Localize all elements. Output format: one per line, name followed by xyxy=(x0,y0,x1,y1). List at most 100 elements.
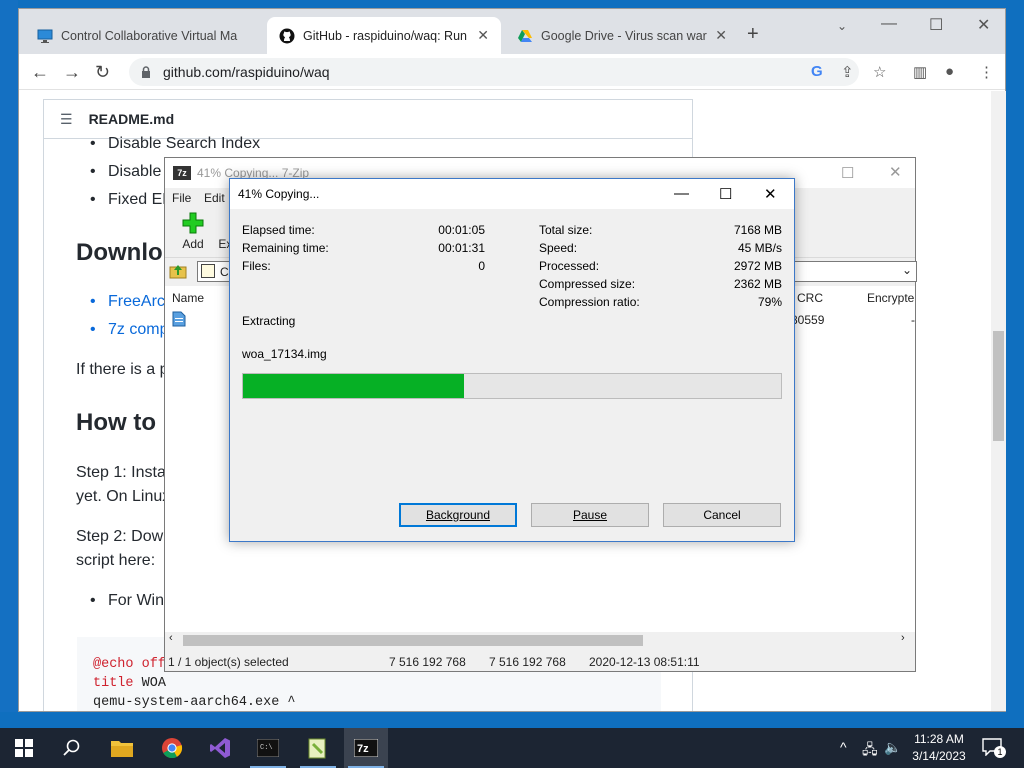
minimize-icon[interactable]: — xyxy=(674,185,689,202)
close-icon[interactable]: ✕ xyxy=(889,163,902,181)
processed-label: Processed: xyxy=(539,259,600,273)
search-icon xyxy=(63,739,80,756)
compression-ratio-value: 79% xyxy=(757,295,782,309)
7zip-logo: 7z xyxy=(173,166,191,180)
visual-studio-icon[interactable] xyxy=(198,728,242,768)
chrome-icon[interactable] xyxy=(150,728,194,768)
taskbar: C:\ 7z ^ 🖧 🔈 11:28 AM 3/14/2023 1 xyxy=(0,728,1024,768)
menu-edit[interactable]: Edit xyxy=(204,191,225,205)
terminal-icon[interactable]: C:\ xyxy=(246,728,290,768)
chevron-down-icon[interactable]: ⌄ xyxy=(902,263,912,277)
google-translate-icon[interactable]: G xyxy=(811,63,823,80)
more-menu-icon[interactable]: ⋮ xyxy=(979,63,994,81)
column-name[interactable]: Name xyxy=(172,291,204,305)
maximize-icon[interactable]: ☐ xyxy=(929,15,943,35)
remaining-label: Remaining time: xyxy=(242,241,329,255)
elapsed-label: Elapsed time: xyxy=(242,223,315,237)
search-button[interactable] xyxy=(50,728,94,768)
notification-center-icon[interactable]: 1 xyxy=(982,738,1006,758)
horizontal-scrollbar-thumb[interactable] xyxy=(183,635,643,646)
current-file-name: woa_17134.img xyxy=(242,347,327,361)
background-button[interactable]: Background xyxy=(399,503,517,527)
pause-button[interactable]: Pause xyxy=(531,503,649,527)
share-icon[interactable]: ⇪ xyxy=(841,63,854,81)
code-text: qemu-system-aarch64.exe ^ xyxy=(93,695,296,710)
tab-control-collaborative[interactable]: Control Collaborative Virtual Ma xyxy=(25,17,261,54)
forward-icon[interactable]: → xyxy=(63,62,81,83)
profile-avatar-icon[interactable]: ● xyxy=(945,63,954,80)
notepad-plus-icon[interactable] xyxy=(296,728,340,768)
menu-file[interactable]: File xyxy=(172,191,191,205)
side-panel-icon[interactable]: ▥ xyxy=(913,63,927,81)
windows-logo-icon xyxy=(15,739,33,757)
7z-link[interactable]: 7z comp xyxy=(90,321,169,339)
up-folder-icon[interactable] xyxy=(169,262,187,280)
7zip-icon[interactable]: 7z xyxy=(344,728,388,768)
tab-search-icon[interactable]: ⌄ xyxy=(837,19,847,33)
files-value: 0 xyxy=(478,259,485,273)
reload-icon[interactable]: ↻ xyxy=(95,62,110,83)
copy-progress-dialog: 41% Copying... — ☐ ✕ Elapsed time: 00:01… xyxy=(229,178,795,542)
close-icon[interactable]: ✕ xyxy=(764,185,777,203)
page-scrollbar-thumb[interactable] xyxy=(993,331,1004,441)
outline-list-icon[interactable]: ☰ xyxy=(60,111,73,128)
add-plus-icon xyxy=(182,212,204,234)
maximize-icon[interactable]: ☐ xyxy=(841,164,854,182)
github-icon xyxy=(279,28,295,43)
close-tab-icon[interactable]: ✕ xyxy=(715,27,727,44)
address-bar[interactable]: github.com/raspiduino/waq xyxy=(129,58,859,86)
cancel-button-label: Cancel xyxy=(703,508,741,522)
back-icon[interactable]: ← xyxy=(31,62,49,83)
bookmark-star-icon[interactable]: ☆ xyxy=(873,63,886,81)
compression-ratio-label: Compression ratio: xyxy=(539,295,640,309)
status-packed: 7 516 192 768 xyxy=(489,655,566,669)
network-icon[interactable]: 🖧 xyxy=(862,739,878,763)
remaining-value: 00:01:31 xyxy=(438,241,485,255)
google-drive-icon xyxy=(518,29,532,42)
list-item: Disable Search Index xyxy=(90,135,260,153)
howto-heading: How to xyxy=(76,409,156,436)
compressed-size-value: 2362 MB xyxy=(733,277,782,291)
tab-title: Google Drive - Virus scan warnin xyxy=(541,28,708,43)
chevron-up-icon[interactable]: ^ xyxy=(840,739,847,755)
files-label: Files: xyxy=(242,259,271,273)
close-tab-icon[interactable]: ✕ xyxy=(477,27,489,44)
notification-badge: 1 xyxy=(994,746,1006,758)
folder-icon xyxy=(201,264,215,278)
minimize-icon[interactable]: — xyxy=(881,15,897,33)
download-heading: Downlo xyxy=(76,239,163,266)
clock-date: 3/14/2023 xyxy=(912,749,966,763)
total-size-value: 7168 MB xyxy=(733,223,782,237)
freearc-link[interactable]: FreeArc xyxy=(90,293,165,311)
progress-bar xyxy=(242,373,782,399)
column-encrypted[interactable]: Encrypte xyxy=(867,291,914,305)
volume-icon[interactable]: 🔈 xyxy=(884,739,901,756)
scroll-right-icon[interactable]: › xyxy=(901,632,905,644)
list-item: For Win xyxy=(90,592,164,610)
url-text: github.com/raspiduino/waq xyxy=(163,64,330,80)
column-crc[interactable]: CRC xyxy=(797,291,823,305)
paragraph-text: script here: xyxy=(76,552,156,569)
start-button[interactable] xyxy=(2,728,46,768)
tab-google-drive[interactable]: Google Drive - Virus scan warnin ✕ xyxy=(505,17,739,54)
code-text: WOA xyxy=(133,676,166,691)
tab-title: Control Collaborative Virtual Ma xyxy=(61,28,238,43)
paragraph-text: yet. On Linux xyxy=(76,488,171,505)
row-encrypted: - xyxy=(911,313,915,327)
add-button[interactable]: Add xyxy=(173,212,213,251)
paragraph-text: Step 2: Dowr xyxy=(76,528,169,545)
cancel-button[interactable]: Cancel xyxy=(663,503,781,527)
background-button-label: Background xyxy=(425,508,491,522)
file-icon[interactable] xyxy=(172,311,186,327)
clock[interactable]: 11:28 AM 3/14/2023 xyxy=(904,731,974,765)
code-text: @echo off xyxy=(93,657,166,672)
close-icon[interactable]: ✕ xyxy=(977,15,990,35)
file-explorer-icon[interactable] xyxy=(100,728,144,768)
paragraph-text: If there is a p xyxy=(76,361,169,378)
row-crc: 80559 xyxy=(791,313,825,327)
monitor-icon xyxy=(37,29,53,43)
maximize-icon[interactable]: ☐ xyxy=(719,185,732,203)
scroll-left-icon[interactable]: ‹ xyxy=(169,632,173,644)
tab-github-waq[interactable]: GitHub - raspiduino/waq: Run W ✕ xyxy=(267,17,501,54)
new-tab-button[interactable]: + xyxy=(747,23,759,46)
